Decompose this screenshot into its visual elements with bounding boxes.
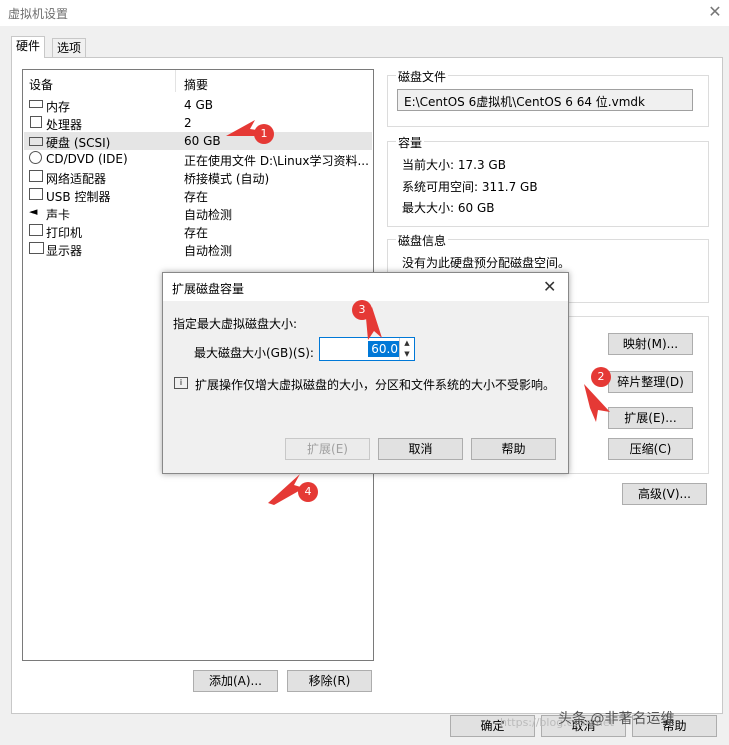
author-watermark: 头条 @非著名运维 — [558, 711, 675, 727]
arrow-icon — [584, 384, 610, 422]
annotation-badge: 2 — [591, 367, 611, 387]
tab-hardware[interactable]: 硬件 — [11, 36, 46, 58]
annotation-badge: 1 — [254, 124, 274, 144]
annotation-badge: 4 — [298, 482, 318, 502]
annotation-overlay — [226, 120, 610, 505]
annotation-badge: 3 — [352, 300, 372, 320]
